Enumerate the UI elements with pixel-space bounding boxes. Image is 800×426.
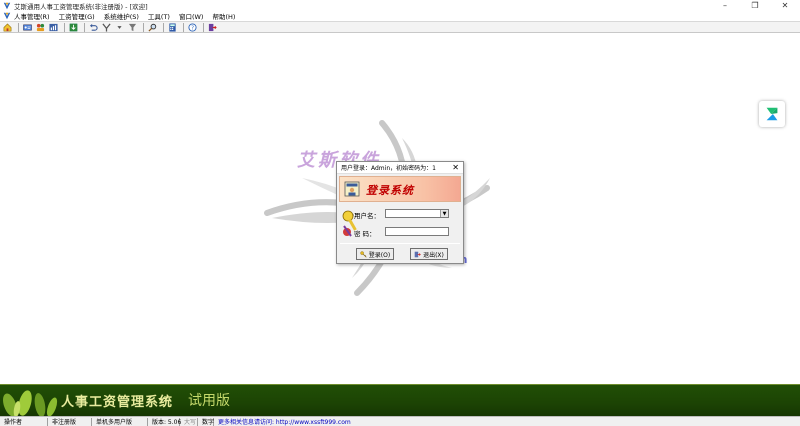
login-button-label: 登录(O) <box>368 251 391 259</box>
login-dialog-titlebar: 用户登录：Admin，初始密码为：1 <box>337 162 463 174</box>
svg-text:?: ? <box>191 25 194 31</box>
toolbar: ? <box>0 21 800 33</box>
menu-window[interactable]: 窗口(W) <box>179 11 204 21</box>
toolbar-separator <box>64 22 65 32</box>
exit-button[interactable] <box>207 22 218 32</box>
undo-icon <box>89 23 98 31</box>
report-button[interactable] <box>48 22 59 32</box>
mdi-child-icon[interactable] <box>3 12 11 20</box>
help-icon: ? <box>188 22 197 31</box>
search-button[interactable] <box>147 22 158 32</box>
menu-payroll[interactable]: 工资管理(G) <box>59 11 95 21</box>
toolbar-separator <box>18 22 19 32</box>
people-button[interactable] <box>35 22 46 32</box>
status-operator: 操作者 <box>0 417 48 426</box>
login-dialog: 用户登录：Admin，初始密码为：1 ✕ 登录系统 用户名： ▼ 密 码： 登录… <box>336 161 464 264</box>
menu-system[interactable]: 系统维护(S) <box>104 11 139 21</box>
banner-edition: 试用版 <box>188 393 230 409</box>
filter-icon <box>128 23 137 31</box>
floating-assistant-button[interactable] <box>759 101 785 127</box>
assistant-icon <box>766 107 778 121</box>
id-card-button[interactable] <box>22 22 33 32</box>
toolbar-dropdown[interactable] <box>114 22 125 32</box>
exit-icon <box>208 23 217 31</box>
password-label: 密 码： <box>354 230 376 238</box>
login-dialog-close-icon[interactable]: ✕ <box>452 163 459 172</box>
status-num: 数字 <box>198 417 214 426</box>
exit-button-label: 退出(X) <box>423 251 444 259</box>
toolbar-separator <box>143 22 144 32</box>
login-dialog-title: 用户登录：Admin，初始密码为：1 <box>341 165 436 172</box>
banner-dash: -- <box>158 391 167 405</box>
toolbar-separator <box>183 22 184 32</box>
app-icon <box>3 2 11 9</box>
menu-tools[interactable]: 工具(T) <box>148 11 170 21</box>
help-button[interactable]: ? <box>187 22 198 32</box>
people-icon <box>36 23 45 31</box>
banner-product-title: 人事工资管理系统 <box>61 395 174 410</box>
tools-button[interactable] <box>101 22 112 32</box>
login-button[interactable]: 登录(O) <box>356 248 394 260</box>
menu-bar: 人事管理(R) 工资管理(G) 系统维护(S) 工具(T) 窗口(W) 帮助(H… <box>0 11 800 21</box>
exit-dialog-button[interactable]: 退出(X) <box>410 248 448 260</box>
id-card-icon <box>23 24 32 30</box>
calculator-icon <box>169 22 176 32</box>
filter-button[interactable] <box>127 22 138 32</box>
toolbar-separator <box>84 22 85 32</box>
toolbar-separator <box>163 22 164 32</box>
menu-personnel[interactable]: 人事管理(R) <box>14 11 50 21</box>
restore-button[interactable]: ❐ <box>740 0 770 11</box>
toolbar-separator <box>203 22 204 32</box>
status-bar: 操作者 非注册版 单机多用户版 版本: 5.06 大写 数字 更多相关信息请访问… <box>0 416 800 426</box>
login-key-icon <box>360 250 367 258</box>
title-bar: 艾斯通用人事工资管理系统(非注册版) - [欢迎] – ❐ ✕ <box>0 0 800 11</box>
status-info-link[interactable]: 更多相关信息请访问: http://www.xssft999.com <box>214 418 355 426</box>
home-icon <box>3 23 12 31</box>
report-icon <box>49 23 58 31</box>
status-registration: 非注册版 <box>48 417 92 426</box>
home-button[interactable] <box>2 22 13 32</box>
username-select[interactable]: ▼ <box>385 209 449 218</box>
chevron-down-icon[interactable]: ▼ <box>440 210 448 217</box>
leaves-graphic <box>3 390 58 417</box>
login-banner-title: 登录系统 <box>366 184 414 197</box>
dropdown-icon <box>117 25 122 29</box>
user-card-icon <box>344 181 360 197</box>
exit-door-icon <box>414 251 421 257</box>
menu-help[interactable]: 帮助(H) <box>212 11 235 21</box>
password-input[interactable] <box>385 227 449 236</box>
minimize-button[interactable]: – <box>710 0 740 11</box>
tools-icon <box>102 23 111 32</box>
status-mode: 单机多用户版 <box>92 417 148 426</box>
close-button[interactable]: ✕ <box>770 0 800 11</box>
login-banner: 登录系统 <box>339 176 461 202</box>
calculator-button[interactable] <box>167 22 178 32</box>
dialog-divider <box>340 243 460 244</box>
product-banner: 人事工资管理系统 -- 试用版 <box>0 384 800 417</box>
export-button[interactable] <box>68 22 79 32</box>
status-version: 版本: 5.06 <box>148 417 181 426</box>
window-controls: – ❐ ✕ <box>710 0 800 11</box>
search-icon <box>148 23 157 32</box>
username-label: 用户名： <box>354 212 380 220</box>
window-title: 艾斯通用人事工资管理系统(非注册版) - [欢迎] <box>14 2 148 11</box>
export-icon <box>69 23 78 31</box>
undo-button[interactable] <box>88 22 99 32</box>
status-caps: 大写 <box>180 417 198 426</box>
